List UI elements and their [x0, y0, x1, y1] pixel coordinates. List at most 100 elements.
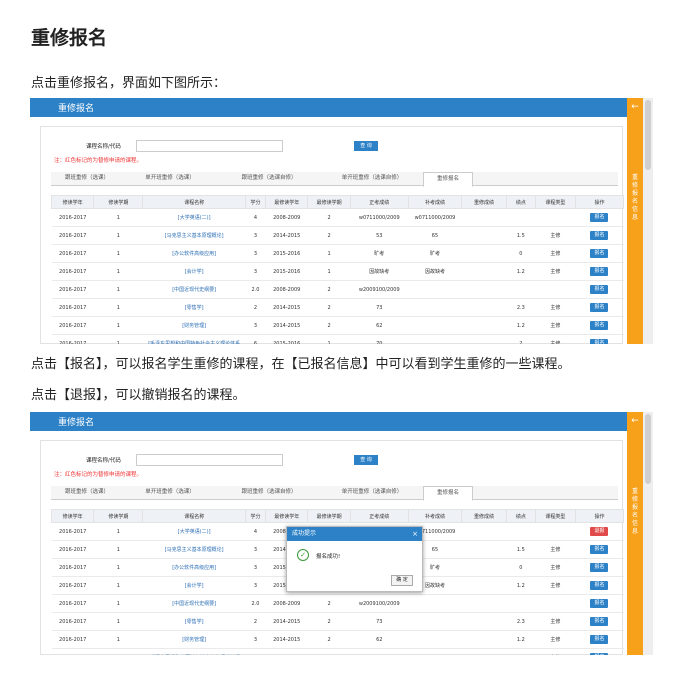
table-cell: 报名 [575, 280, 624, 299]
register-button[interactable]: 报名 [590, 339, 609, 344]
search-input[interactable] [136, 140, 283, 152]
table-cell: 2016-2017 [51, 226, 94, 245]
table-cell: 2016-2017 [51, 576, 94, 595]
scrollbar[interactable] [643, 98, 653, 344]
side-panel-toggle[interactable]: ← 重修报名信息 [627, 412, 643, 655]
search-button[interactable]: 查 询 [354, 455, 378, 465]
arrow-left-icon[interactable]: ← [627, 102, 643, 112]
tab-5[interactable]: 重修报名 [423, 486, 473, 501]
course-name-link[interactable]: [大学英语(二)] [142, 522, 246, 541]
table-cell: 1 [307, 334, 351, 344]
scrollbar[interactable] [643, 412, 653, 655]
register-button[interactable]: 报名 [590, 617, 609, 626]
table-cell: 报名 [575, 208, 624, 227]
register-button[interactable]: 报名 [590, 267, 609, 276]
course-name-link[interactable]: [大学英语(二)] [142, 208, 246, 227]
register-button[interactable]: 报名 [590, 545, 609, 554]
tab-1[interactable]: 跟班重修（选课） [51, 172, 123, 185]
table-cell: 主修 [535, 612, 576, 631]
course-name-link[interactable]: [零售学] [142, 612, 246, 631]
register-button[interactable]: 报名 [590, 231, 609, 240]
close-icon[interactable]: × [412, 527, 418, 541]
withdraw-button[interactable]: 退报 [590, 527, 609, 536]
course-name-link[interactable]: [财务管理] [142, 316, 246, 335]
tab-5[interactable]: 重修报名 [423, 172, 473, 187]
scroll-thumb[interactable] [645, 100, 651, 170]
table-cell [461, 208, 507, 227]
course-name-link[interactable]: [毛泽东思想和中国特色社会主义理论体系 [142, 334, 246, 344]
tab-4[interactable]: 单开班重修（选课自修） [321, 486, 423, 499]
side-panel-toggle[interactable]: ← 重修报名信息 [627, 98, 643, 344]
column-header: 最修读学年 [265, 509, 309, 523]
table-cell: 1 [93, 316, 143, 335]
register-button[interactable]: 报名 [590, 285, 609, 294]
course-name-link[interactable]: [毛泽东思想和中国特色社会主义理论体系 [142, 648, 246, 655]
tab-1[interactable]: 跟班重修（选课） [51, 486, 123, 499]
course-name-link[interactable]: [会计学] [142, 262, 246, 281]
table-cell: 1 [307, 244, 351, 263]
register-button[interactable]: 报名 [590, 321, 609, 330]
table-cell [461, 612, 507, 631]
course-name-link[interactable]: [马克思主义基本原理概论] [142, 226, 246, 245]
column-header: 学分 [244, 509, 267, 523]
table-cell: 2014-2015 [265, 612, 308, 631]
table-cell [408, 630, 462, 649]
table-cell: 6 [245, 648, 266, 655]
register-button[interactable]: 报名 [590, 635, 609, 644]
red-note: 注：红色标记的为替修申请的课程。 [54, 158, 143, 164]
table-cell [461, 262, 507, 281]
table-cell [535, 522, 576, 541]
table-cell: 1 [93, 522, 143, 541]
table-cell: 2 [307, 316, 351, 335]
table-cell: 53 [350, 226, 409, 245]
register-button[interactable]: 报名 [590, 581, 609, 590]
table-cell: w2009100/2009 [350, 594, 409, 613]
table-cell: 2015-2016 [265, 334, 308, 344]
tab-2[interactable]: 单开班重修（选课） [123, 486, 217, 499]
screenshot-2: 重修报名 ← 重修报名信息 课程名称/代码 查 询注：红色标记的为替修申请的课程。 跟班重… [30, 412, 653, 655]
table-cell: 2008-2009 [265, 208, 308, 227]
table-cell [461, 540, 507, 559]
table-cell: 1 [93, 280, 143, 299]
tab-4[interactable]: 单开班重修（选课自修） [321, 172, 423, 185]
column-header: 操作 [574, 195, 625, 209]
course-name-link[interactable]: [中国近现代史纲要] [142, 280, 246, 299]
register-button[interactable]: 报名 [590, 249, 609, 258]
register-button[interactable]: 报名 [590, 303, 609, 312]
column-header: 学分 [244, 195, 267, 209]
scroll-thumb[interactable] [645, 414, 651, 484]
register-button[interactable]: 报名 [590, 563, 609, 572]
tab-3[interactable]: 跟班重修（选课自修） [217, 486, 321, 499]
table-cell [461, 594, 507, 613]
table-cell: 2016-2017 [51, 280, 94, 299]
course-name-link[interactable]: [办公软件高级应用] [142, 558, 246, 577]
table-cell: 报名 [575, 558, 624, 577]
arrow-left-icon[interactable]: ← [627, 416, 643, 426]
course-name-link[interactable]: [马克思主义基本原理概论] [142, 540, 246, 559]
search-input[interactable] [136, 454, 283, 466]
red-note: 注：红色标记的为替修申请的课程。 [54, 472, 143, 478]
course-name-link[interactable]: [会计学] [142, 576, 246, 595]
course-name-link[interactable]: [办公软件高级应用] [142, 244, 246, 263]
table-cell: 3 [245, 558, 266, 577]
search-label: 课程名称/代码 [86, 144, 121, 150]
course-name-link[interactable]: [零售学] [142, 298, 246, 317]
table-cell: 73 [350, 298, 409, 317]
search-button[interactable]: 查 询 [354, 141, 378, 151]
confirm-button[interactable]: 确 定 [391, 575, 413, 586]
tab-3[interactable]: 跟班重修（选课自修） [217, 172, 321, 185]
register-button[interactable]: 报名 [590, 599, 609, 608]
table-cell [461, 630, 507, 649]
register-button[interactable]: 报名 [590, 213, 609, 222]
table-cell [461, 558, 507, 577]
table-cell: 2016-2017 [51, 558, 94, 577]
table-cell: 主修 [535, 540, 576, 559]
table-cell: 2015-2016 [265, 648, 308, 655]
course-name-link[interactable]: [财务管理] [142, 630, 246, 649]
register-button[interactable]: 报名 [590, 653, 609, 655]
table-row: 2016-2017 1 [财务管理] 3 2014-2015 2 62 1.2 主修 报名 [51, 630, 624, 649]
tab-2[interactable]: 单开班重修（选课） [123, 172, 217, 185]
table-cell [461, 522, 507, 541]
table-row: 2016-20171[毛泽东思想和中国特色社会主义理论体系62015-20161… [51, 334, 624, 344]
course-name-link[interactable]: [中国近现代史纲要] [142, 594, 246, 613]
